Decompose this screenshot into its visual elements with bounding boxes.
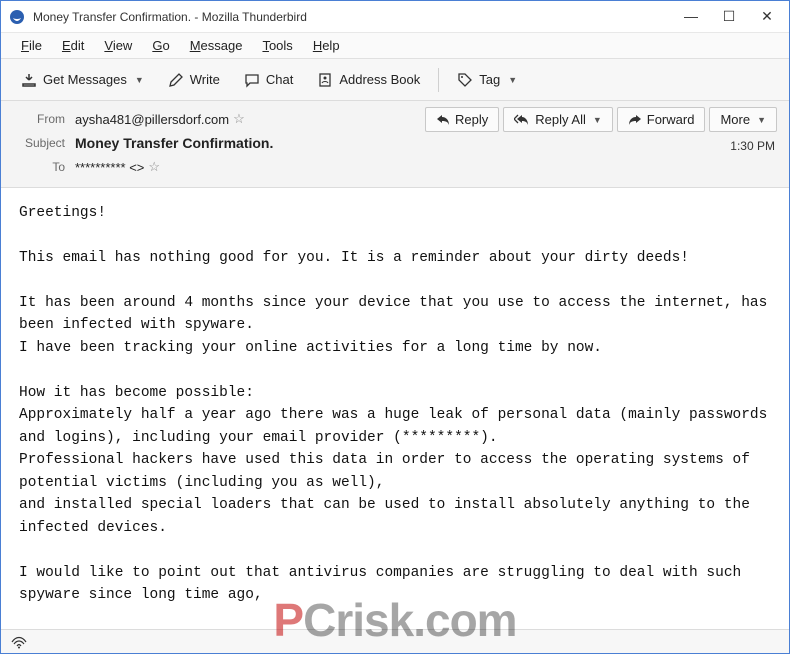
- chat-icon: [244, 72, 260, 88]
- toolbar-separator: [438, 68, 439, 92]
- maximize-button[interactable]: ☐: [719, 8, 739, 25]
- download-icon: [21, 72, 37, 88]
- address-book-button[interactable]: Address Book: [307, 67, 430, 93]
- connection-icon[interactable]: [11, 635, 27, 649]
- subject-value: Money Transfer Confirmation.: [75, 135, 273, 151]
- address-book-icon: [317, 72, 333, 88]
- message-body[interactable]: Greetings! This email has nothing good f…: [1, 188, 789, 608]
- reply-all-button[interactable]: Reply All ▼: [503, 107, 613, 132]
- menu-view[interactable]: View: [96, 35, 140, 56]
- to-label: To: [13, 160, 65, 174]
- subject-row: Subject Money Transfer Confirmation.: [13, 131, 777, 155]
- window-controls: — ☐ ✕: [681, 8, 781, 25]
- statusbar: [1, 629, 789, 653]
- toolbar: Get Messages ▼ Write Chat Address Book T…: [1, 59, 789, 101]
- body-wrap: Greetings! This email has nothing good f…: [1, 188, 789, 608]
- menu-help[interactable]: Help: [305, 35, 348, 56]
- close-button[interactable]: ✕: [757, 8, 777, 25]
- reply-label: Reply: [455, 112, 488, 127]
- to-row: To ********** <> ☆: [13, 155, 777, 179]
- subject-label: Subject: [13, 136, 65, 150]
- tag-label: Tag: [479, 72, 500, 87]
- chevron-down-icon: ▼: [757, 115, 766, 125]
- more-label: More: [720, 112, 750, 127]
- menu-file[interactable]: File: [13, 35, 50, 56]
- get-messages-button[interactable]: Get Messages ▼: [11, 67, 154, 93]
- forward-label: Forward: [647, 112, 695, 127]
- time-label: 1:30 PM: [730, 139, 775, 153]
- menu-edit[interactable]: Edit: [54, 35, 92, 56]
- more-button[interactable]: More ▼: [709, 107, 777, 132]
- tag-button[interactable]: Tag ▼: [447, 67, 527, 93]
- chevron-down-icon: ▼: [593, 115, 602, 125]
- message-header: Reply Reply All ▼ Forward More ▼ From ay…: [1, 101, 789, 188]
- window-titlebar: Money Transfer Confirmation. - Mozilla T…: [1, 1, 789, 33]
- window-title: Money Transfer Confirmation. - Mozilla T…: [33, 10, 681, 24]
- pencil-icon: [168, 72, 184, 88]
- minimize-button[interactable]: —: [681, 8, 701, 25]
- chevron-down-icon: ▼: [135, 75, 144, 85]
- star-icon[interactable]: ☆: [233, 111, 245, 127]
- from-value[interactable]: aysha481@pillersdorf.com: [75, 112, 229, 127]
- menubar: File Edit View Go Message Tools Help: [1, 33, 789, 59]
- reply-icon: [436, 114, 450, 126]
- to-value[interactable]: ********** <>: [75, 160, 144, 175]
- write-label: Write: [190, 72, 220, 87]
- chat-label: Chat: [266, 72, 293, 87]
- tag-icon: [457, 72, 473, 88]
- address-book-label: Address Book: [339, 72, 420, 87]
- reply-all-icon: [514, 114, 530, 126]
- chat-button[interactable]: Chat: [234, 67, 303, 93]
- from-label: From: [13, 112, 65, 126]
- chevron-down-icon: ▼: [508, 75, 517, 85]
- get-messages-label: Get Messages: [43, 72, 127, 87]
- action-bar: Reply Reply All ▼ Forward More ▼: [425, 107, 777, 132]
- write-button[interactable]: Write: [158, 67, 230, 93]
- app-icon: [9, 9, 25, 25]
- menu-tools[interactable]: Tools: [254, 35, 300, 56]
- menu-go[interactable]: Go: [144, 35, 177, 56]
- reply-button[interactable]: Reply: [425, 107, 499, 132]
- forward-button[interactable]: Forward: [617, 107, 706, 132]
- forward-icon: [628, 114, 642, 126]
- menu-message[interactable]: Message: [182, 35, 251, 56]
- reply-all-label: Reply All: [535, 112, 586, 127]
- star-icon[interactable]: ☆: [148, 159, 160, 175]
